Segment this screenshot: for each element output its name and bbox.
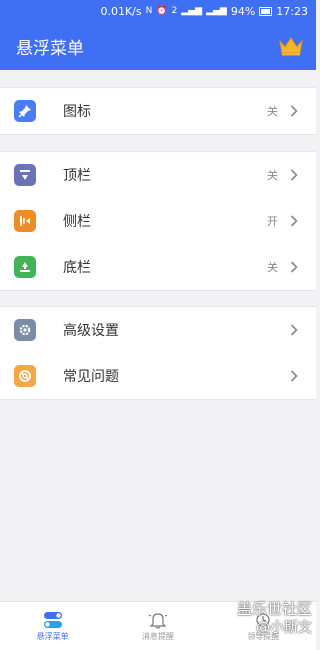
tab-floating-menu[interactable]: 悬浮菜单 bbox=[0, 602, 105, 650]
watermark-line-2: @小斯文 bbox=[256, 620, 312, 636]
watermark-line-1: 盖乐世社区 bbox=[236, 600, 312, 618]
network-speed: 0.01K/s bbox=[100, 4, 142, 18]
row-value: 关 bbox=[267, 169, 278, 182]
alarm-icon: ⏰ bbox=[156, 5, 168, 16]
row-icon[interactable]: 图标 关 bbox=[0, 88, 316, 134]
row-top-bar[interactable]: 顶栏 关 bbox=[0, 152, 316, 198]
row-label: 图标 bbox=[63, 104, 91, 120]
status-bar: 0.01K/s N ⏰ 2 ▂▄▆ ▂▄▆ 94% 17:23 bbox=[0, 0, 316, 22]
row-label: 高级设置 bbox=[63, 323, 119, 339]
sim-icon: 2 bbox=[171, 5, 178, 16]
chevron-right-icon bbox=[290, 169, 298, 181]
settings-group-2: 顶栏 关 侧栏 开 底栏 关 bbox=[0, 151, 316, 291]
lifebuoy-icon bbox=[14, 365, 36, 387]
row-value: 开 bbox=[267, 215, 278, 228]
app-bar: 悬浮菜单 bbox=[0, 22, 316, 70]
page-title: 悬浮菜单 bbox=[16, 38, 84, 59]
row-advanced-settings[interactable]: 高级设置 bbox=[0, 307, 316, 353]
battery-icon bbox=[259, 6, 273, 16]
settings-group-3: 高级设置 常见问题 bbox=[0, 306, 316, 400]
row-bottom-bar[interactable]: 底栏 关 bbox=[0, 244, 316, 290]
row-side-bar[interactable]: 侧栏 开 bbox=[0, 198, 316, 244]
row-label: 底栏 bbox=[63, 260, 91, 276]
tab-label: 悬浮菜单 bbox=[36, 631, 69, 641]
crown-icon[interactable] bbox=[278, 35, 304, 57]
row-value: 关 bbox=[267, 105, 278, 118]
side-bar-icon bbox=[14, 210, 36, 232]
tab-notifications[interactable]: 消息提醒 bbox=[105, 602, 210, 650]
chevron-right-icon bbox=[290, 261, 298, 273]
chevron-right-icon bbox=[290, 324, 298, 336]
settings-group-1: 图标 关 bbox=[0, 87, 316, 135]
bell-icon bbox=[148, 612, 168, 629]
row-label: 常见问题 bbox=[63, 369, 119, 385]
pin-icon bbox=[14, 100, 36, 122]
toggle-icon bbox=[43, 611, 62, 628]
chevron-right-icon bbox=[290, 370, 298, 382]
bottom-bar-icon bbox=[14, 256, 36, 278]
battery-percent: 94% bbox=[230, 4, 256, 18]
row-label: 侧栏 bbox=[63, 214, 91, 230]
gear-icon bbox=[14, 319, 36, 341]
signal-icon: ▂▄▆ bbox=[181, 5, 203, 16]
signal-icon-2: ▂▄▆ bbox=[206, 5, 227, 16]
clock: 17:23 bbox=[276, 4, 308, 18]
tab-label: 消息提醒 bbox=[141, 631, 174, 641]
row-value: 关 bbox=[267, 261, 278, 274]
watermark: 盖乐世社区 @小斯文 bbox=[237, 600, 312, 638]
chevron-right-icon bbox=[290, 215, 298, 227]
row-label: 顶栏 bbox=[63, 168, 91, 184]
chevron-right-icon bbox=[290, 105, 298, 117]
top-bar-icon bbox=[14, 164, 36, 186]
nfc-icon: N bbox=[145, 5, 153, 16]
row-faq[interactable]: 常见问题 bbox=[0, 353, 316, 399]
